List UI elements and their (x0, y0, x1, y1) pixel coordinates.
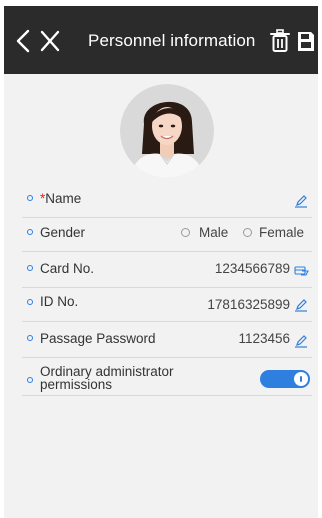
header: Personnel information (4, 6, 318, 74)
id-no-row[interactable]: ID No. 17816325899 (22, 288, 312, 322)
admin-permission-row: Ordinary administrator permissions (22, 360, 312, 396)
passage-password-row[interactable]: Passage Password 1123456 (22, 324, 312, 358)
gender-option-female[interactable]: Female (259, 225, 304, 240)
form-content: *Name Gender Male Female Card No. 123456… (4, 74, 318, 518)
passage-password-value: 1123456 (238, 331, 290, 346)
bullet-icon (27, 265, 33, 271)
gender-label: Gender (40, 225, 86, 240)
close-icon[interactable] (39, 28, 61, 54)
radio-male[interactable] (181, 228, 190, 237)
divider (22, 251, 312, 252)
radio-female[interactable] (243, 228, 252, 237)
name-row[interactable]: *Name (22, 184, 312, 218)
id-no-label: ID No. (40, 294, 79, 309)
chevron-left-icon[interactable] (14, 28, 32, 54)
divider (22, 395, 312, 396)
name-label: Name (45, 191, 82, 206)
pencil-icon[interactable] (294, 334, 308, 348)
save-icon[interactable] (296, 28, 316, 54)
card-no-value: 1234566789 (214, 261, 290, 276)
divider (22, 321, 312, 322)
avatar[interactable] (120, 84, 214, 178)
admin-permission-toggle[interactable] (260, 370, 310, 388)
trash-icon[interactable] (269, 28, 291, 54)
gender-option-male[interactable]: Male (199, 225, 228, 240)
card-no-label: Card No. (40, 261, 95, 276)
card-no-row[interactable]: Card No. 1234566789 (22, 254, 312, 288)
passage-password-label: Passage Password (40, 331, 156, 346)
admin-permission-label: Ordinary administrator permissions (40, 364, 174, 392)
toggle-knob (294, 372, 308, 386)
card-reader-icon[interactable] (294, 264, 310, 278)
bullet-icon (27, 299, 33, 305)
pencil-icon[interactable] (294, 194, 308, 208)
top-bar: Personnel information (0, 0, 322, 74)
bullet-icon (27, 195, 33, 201)
personnel-info-screen: Personnel information *Name Gender Male … (0, 0, 322, 518)
id-no-value: 17816325899 (207, 297, 290, 312)
bullet-icon (27, 377, 33, 383)
bullet-icon (27, 335, 33, 341)
bullet-icon (27, 229, 33, 235)
page-title: Personnel information (88, 31, 256, 50)
divider (22, 357, 312, 358)
gender-row: Gender Male Female (22, 218, 312, 252)
pencil-icon[interactable] (294, 298, 308, 312)
